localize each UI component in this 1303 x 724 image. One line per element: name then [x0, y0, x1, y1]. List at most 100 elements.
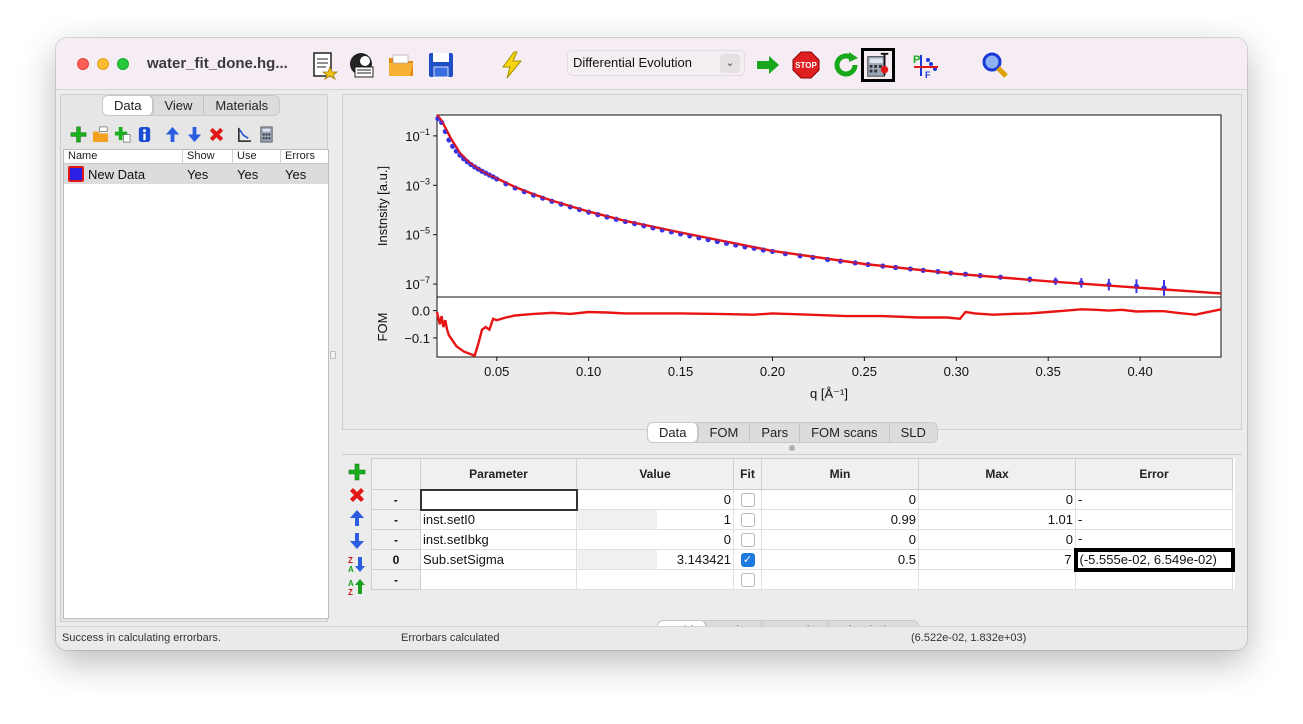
delete-parameter-icon[interactable]: [346, 483, 368, 506]
fit-cell[interactable]: [733, 489, 762, 510]
value-cell[interactable]: 0: [576, 529, 734, 550]
tab-plot-fom[interactable]: FOM: [698, 423, 751, 442]
algorithm-select-value: Differential Evolution: [573, 55, 692, 70]
start-fit-icon[interactable]: [751, 48, 785, 82]
move-parameter-up-icon[interactable]: [346, 506, 368, 529]
max-cell[interactable]: 0: [918, 489, 1076, 510]
delete-data-icon[interactable]: [207, 125, 226, 144]
col-errors[interactable]: Errors: [281, 150, 328, 163]
tab-materials[interactable]: Materials: [204, 96, 279, 115]
error-cell-highlighted[interactable]: (-5.555e-02, 6.549e-02): [1073, 547, 1235, 572]
add-data-icon[interactable]: [69, 125, 88, 144]
col-show[interactable]: Show: [183, 150, 233, 163]
value-cell[interactable]: [576, 569, 734, 590]
value-cell[interactable]: 3.143421: [576, 549, 734, 570]
add-parameter-icon[interactable]: [346, 460, 368, 483]
parameter-cell[interactable]: Sub.setSigma: [420, 549, 577, 570]
col-max[interactable]: Max: [918, 458, 1076, 490]
move-parameter-down-icon[interactable]: [346, 529, 368, 552]
row-header[interactable]: -: [371, 569, 421, 590]
tab-plot-pars[interactable]: Pars: [750, 423, 801, 442]
min-cell[interactable]: 0: [761, 489, 919, 510]
plot-canvas[interactable]: 10−1 10−3 10−5 10−7 Instnsity [a.u.] 0.0 −0.1…: [343, 95, 1243, 431]
error-cell[interactable]: -: [1075, 489, 1233, 510]
sort-az-icon[interactable]: AZ: [346, 575, 368, 598]
col-use[interactable]: Use: [233, 150, 281, 163]
calculator-icon[interactable]: [257, 125, 276, 144]
new-file-icon[interactable]: [307, 48, 341, 82]
min-cell[interactable]: 0.5: [761, 549, 919, 570]
save-icon[interactable]: [424, 48, 458, 82]
open-file-icon[interactable]: [384, 48, 418, 82]
data-toolbar: [69, 125, 276, 145]
plot-settings-icon[interactable]: [235, 125, 254, 144]
fit-checkbox[interactable]: [740, 493, 755, 508]
row-header[interactable]: -: [371, 509, 421, 530]
sort-za-icon[interactable]: ZA: [346, 552, 368, 575]
maximize-window-button[interactable]: [117, 58, 129, 70]
fit-cell[interactable]: [733, 529, 762, 550]
parameter-cell[interactable]: [419, 488, 578, 511]
col-min[interactable]: Min: [761, 458, 919, 490]
data-color-swatch[interactable]: [68, 166, 84, 182]
fit-checkbox[interactable]: [740, 573, 755, 588]
data-info-icon[interactable]: [135, 125, 154, 144]
col-fit[interactable]: Fit: [733, 458, 762, 490]
min-cell[interactable]: 0: [761, 529, 919, 550]
max-cell[interactable]: [918, 569, 1076, 590]
row-header[interactable]: -: [371, 489, 421, 510]
lightning-icon[interactable]: [495, 48, 529, 82]
error-cell[interactable]: -: [1075, 529, 1233, 550]
restart-icon[interactable]: [829, 48, 863, 82]
max-cell[interactable]: 1.01: [918, 509, 1076, 530]
tab-plot-sld[interactable]: SLD: [890, 423, 937, 442]
panel-divider-handle[interactable]: [789, 445, 795, 451]
y-tick-label: 10−1: [405, 127, 430, 144]
algorithm-select[interactable]: Differential Evolution ⌄: [567, 50, 745, 76]
error-cell[interactable]: [1075, 569, 1233, 590]
min-cell[interactable]: 0.99: [761, 509, 919, 530]
data-show[interactable]: Yes: [183, 167, 233, 182]
zoom-icon[interactable]: [978, 48, 1012, 82]
parameter-cell[interactable]: inst.setIbkg: [420, 529, 577, 550]
new-model-icon[interactable]: [345, 48, 379, 82]
data-use[interactable]: Yes: [233, 167, 281, 182]
value-cell[interactable]: 1: [576, 509, 734, 530]
calculate-errorbars-icon[interactable]: [861, 48, 895, 82]
move-down-icon[interactable]: [185, 125, 204, 144]
data-list-row[interactable]: New Data Yes Yes Yes: [64, 164, 328, 184]
tab-data[interactable]: Data: [103, 96, 154, 115]
parameter-cell[interactable]: inst.setI0: [420, 509, 577, 530]
tab-plot-data[interactable]: Data: [648, 423, 699, 442]
fit-cell[interactable]: [733, 569, 762, 590]
data-errors[interactable]: Yes: [281, 167, 328, 182]
project-fom-icon[interactable]: PF: [909, 48, 943, 82]
move-up-icon[interactable]: [163, 125, 182, 144]
fit-cell[interactable]: ✓: [733, 549, 762, 570]
x-tick-label: 0.15: [668, 364, 693, 379]
col-name[interactable]: Name: [64, 150, 183, 163]
minimize-window-button[interactable]: [97, 58, 109, 70]
max-cell[interactable]: 0: [918, 529, 1076, 550]
fit-checkbox-checked[interactable]: ✓: [740, 553, 755, 568]
fit-checkbox[interactable]: [740, 513, 755, 528]
value-cell[interactable]: 0: [576, 489, 734, 510]
min-cell[interactable]: [761, 569, 919, 590]
fit-cell[interactable]: [733, 509, 762, 530]
add-simulation-icon[interactable]: [113, 125, 132, 144]
import-data-icon[interactable]: [91, 125, 110, 144]
parameter-cell[interactable]: [420, 569, 577, 590]
tab-view[interactable]: View: [153, 96, 205, 115]
splitter-handle[interactable]: [330, 351, 336, 359]
error-cell[interactable]: -: [1075, 509, 1233, 530]
col-error[interactable]: Error: [1075, 458, 1233, 490]
fit-checkbox[interactable]: [740, 533, 755, 548]
max-cell[interactable]: 7: [918, 549, 1076, 570]
stop-icon[interactable]: STOP: [789, 48, 823, 82]
row-header[interactable]: 0: [371, 549, 421, 570]
col-value[interactable]: Value: [576, 458, 734, 490]
col-parameter[interactable]: Parameter: [420, 458, 577, 490]
tab-plot-fom-scans[interactable]: FOM scans: [800, 423, 890, 442]
row-header[interactable]: -: [371, 529, 421, 550]
close-window-button[interactable]: [77, 58, 89, 70]
